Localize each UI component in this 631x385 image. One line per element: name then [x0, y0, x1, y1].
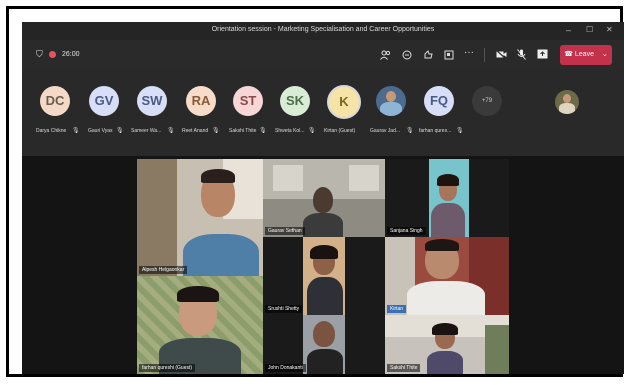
maximize-button[interactable]: ☐ — [586, 25, 593, 34]
phone-icon: ☎ — [564, 51, 573, 58]
people-icon[interactable] — [380, 50, 391, 63]
muted-mic-icon: 🎙 — [308, 128, 316, 134]
video-tile-john[interactable]: John Donakanti — [263, 315, 385, 374]
video-tile-kirtan[interactable]: Kirtan — [385, 237, 509, 315]
video-grid: Alpesh Helgaonkar Gaurav Sethan Sanjana … — [22, 156, 624, 374]
participant-name: Gauri Vyas — [88, 128, 113, 134]
muted-mic-icon: 🎙 — [259, 128, 267, 134]
rooms-icon[interactable] — [444, 50, 454, 63]
tile-name-label: Alpesh Helgaonkar — [139, 266, 188, 274]
muted-mic-icon: 🎙 — [456, 128, 464, 134]
mic-icon[interactable] — [517, 49, 526, 63]
video-tile-gaurav[interactable]: Gaurav Sethan — [263, 159, 385, 237]
camera-icon[interactable] — [495, 49, 507, 62]
avatar-reet[interactable]: RA — [186, 86, 216, 116]
participant-body — [427, 351, 463, 374]
self-video-avatar[interactable] — [555, 90, 579, 114]
video-tile-alpesh[interactable]: Alpesh Helgaonkar — [137, 159, 263, 276]
avatar-farhan[interactable]: FQ — [424, 86, 454, 116]
participant-body — [307, 277, 343, 315]
tile-name-label: Sakshi Thite — [387, 364, 421, 372]
participant-name: Shweta Kol... — [275, 128, 305, 134]
tile-name-label: John Donakanti — [265, 364, 306, 372]
muted-mic-icon: 🎙 — [72, 128, 80, 134]
avatar-gauri[interactable]: GV — [89, 86, 119, 116]
avatar-sakshi[interactable]: ST — [233, 86, 263, 116]
avatar-gaurav-photo[interactable] — [376, 86, 406, 116]
muted-mic-icon: 🎙 — [406, 128, 414, 134]
tile-name-label: Kirtan — [387, 305, 407, 313]
participant-name: Darya Chikne — [36, 128, 67, 134]
share-icon[interactable] — [537, 49, 548, 62]
chevron-down-icon[interactable]: ⌄ — [602, 51, 608, 58]
tile-name-label: farhan qureshi (Guest) — [139, 364, 196, 372]
participant-face — [313, 187, 333, 213]
participant-name: Sakshi Thite — [229, 128, 257, 134]
teams-meeting-window: Orientation session - Marketing Speciali… — [22, 22, 624, 374]
participant-body — [407, 281, 485, 315]
close-button[interactable]: ✕ — [606, 25, 613, 34]
record-icon — [49, 51, 56, 58]
participant-face — [313, 321, 335, 347]
meeting-timer: 26:00 — [62, 51, 80, 58]
avatar-kirtan[interactable]: K — [327, 85, 361, 119]
window-title: Orientation session - Marketing Speciali… — [211, 26, 435, 33]
avatar-sameer[interactable]: SW — [137, 86, 167, 116]
participant-name: Sameer Wa... — [131, 128, 162, 134]
participant-strip: DC Darya Chikne 🎙 GV Gauri Vyas 🎙 SW Sam… — [22, 70, 624, 156]
participant-name: Gaurav Jad... — [370, 128, 401, 134]
tile-name-label: Srushti Shetty — [265, 305, 303, 313]
tile-name-label: Sanjana Singh — [387, 227, 426, 235]
avatar-darya[interactable]: DC — [40, 86, 70, 116]
tile-name-label: Gaurav Sethan — [265, 227, 305, 235]
participant-body — [431, 203, 465, 237]
title-bar: Orientation session - Marketing Speciali… — [22, 22, 624, 40]
participant-body — [303, 213, 343, 237]
muted-mic-icon: 🎙 — [116, 128, 124, 134]
minimize-button[interactable]: – — [566, 25, 571, 35]
video-tile-srushti[interactable]: Srushti Shetty — [263, 237, 385, 315]
leave-label: Leave — [574, 51, 594, 58]
chat-icon[interactable] — [402, 50, 412, 63]
avatar-shweta[interactable]: SK — [280, 86, 310, 116]
overflow-participants-button[interactable]: +79 — [472, 86, 502, 116]
participant-name: Kirtan (Guest) — [324, 128, 356, 134]
participant-body — [307, 349, 343, 374]
muted-mic-icon: 🎙 — [167, 128, 175, 134]
video-tile-sanjana[interactable]: Sanjana Singh — [385, 159, 509, 237]
participant-body — [183, 234, 259, 276]
muted-mic-icon: 🎙 — [212, 128, 220, 134]
video-tile-farhan[interactable]: farhan qureshi (Guest) — [137, 276, 263, 374]
video-tile-sakshi[interactable]: Sakshi Thite — [385, 315, 509, 374]
reactions-icon[interactable] — [423, 50, 433, 63]
toolbar-divider — [484, 48, 485, 62]
participant-name: farhan qures... — [419, 128, 452, 134]
participant-name: Reet Anand — [182, 128, 209, 134]
shield-icon: ⛉ — [36, 49, 43, 59]
leave-button[interactable]: ☎ Leave ⌄ — [560, 45, 612, 65]
more-icon[interactable]: ··· — [464, 48, 474, 58]
meeting-toolbar: ⛉ 26:00 ··· ☎ Leave ⌄ — [22, 40, 624, 70]
